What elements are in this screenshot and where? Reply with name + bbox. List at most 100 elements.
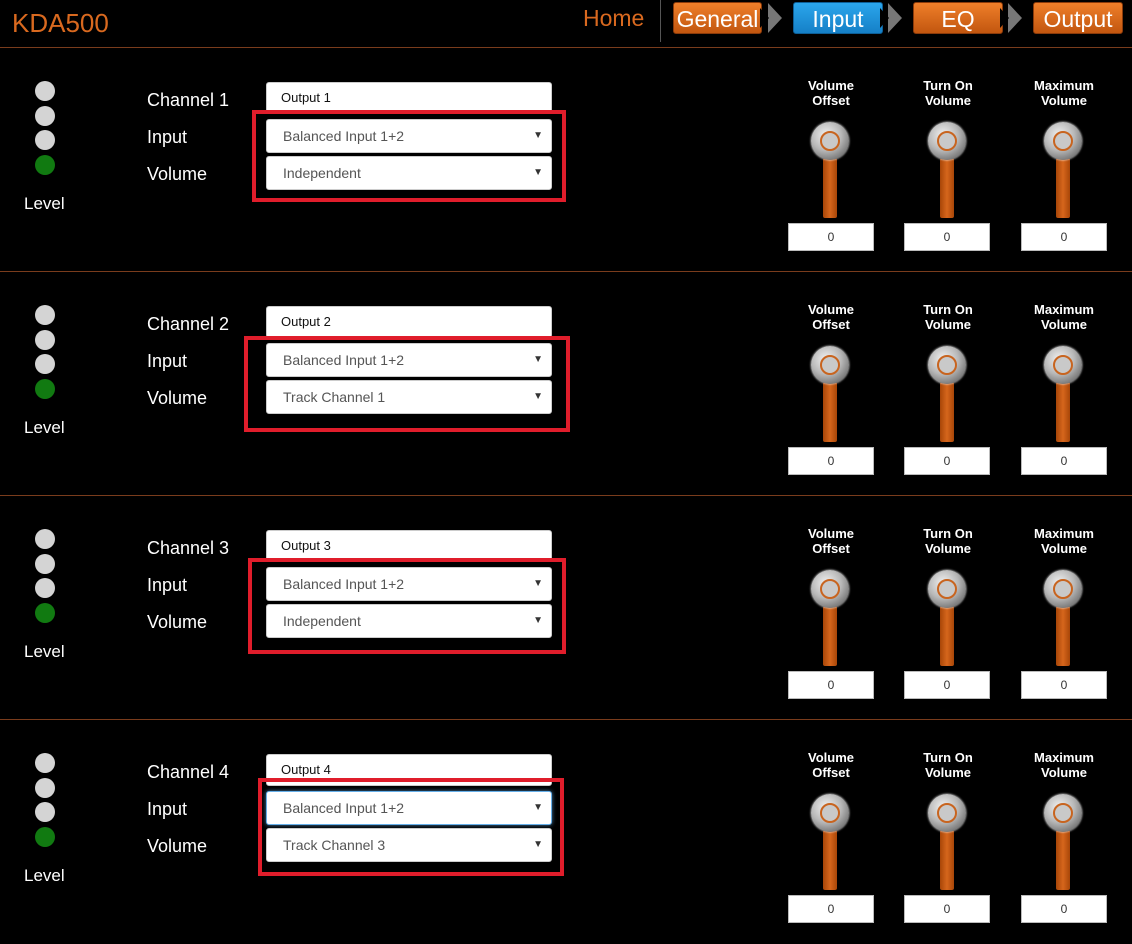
turn-on-volume-label: Turn On Volume bbox=[923, 526, 973, 556]
level-led bbox=[35, 778, 55, 798]
level-led bbox=[35, 578, 55, 598]
volume-offset-slider-knob[interactable] bbox=[811, 346, 849, 384]
channel-panel-2: Level Channel 2 Input Volume Output 2 Ba… bbox=[0, 272, 1132, 496]
maximum-volume-label: Maximum Volume bbox=[1034, 750, 1094, 780]
maximum-volume-slider-knob[interactable] bbox=[1044, 794, 1082, 832]
volume-offset-slider-knob[interactable] bbox=[811, 122, 849, 160]
level-led-active bbox=[35, 827, 55, 847]
maximum-volume-label: Maximum Volume bbox=[1034, 78, 1094, 108]
level-led-active bbox=[35, 155, 55, 175]
level-label: Level bbox=[24, 642, 65, 661]
level-led bbox=[35, 529, 55, 549]
maximum-volume-value[interactable]: 0 bbox=[1021, 223, 1107, 251]
turn-on-volume-slider-track[interactable] bbox=[940, 382, 954, 442]
maximum-volume-label: Maximum Volume bbox=[1034, 302, 1094, 332]
volume-label: Volume bbox=[147, 836, 208, 856]
level-led bbox=[35, 330, 55, 350]
volume-offset-value[interactable]: 0 bbox=[788, 671, 874, 699]
turn-on-volume-label: Turn On Volume bbox=[923, 78, 973, 108]
volume-offset-slider-track[interactable] bbox=[823, 158, 837, 218]
input-label: Input bbox=[147, 799, 188, 819]
tab-output[interactable]: Output bbox=[1033, 2, 1123, 34]
level-led-active bbox=[35, 379, 55, 399]
level-led bbox=[35, 130, 55, 150]
channel-title: Channel 4 bbox=[147, 762, 230, 782]
header-divider bbox=[660, 0, 661, 42]
chevron-right-icon bbox=[760, 3, 782, 33]
maximum-volume-value[interactable]: 0 bbox=[1021, 895, 1107, 923]
channel-title: Channel 2 bbox=[147, 314, 230, 334]
level-led bbox=[35, 305, 55, 325]
highlight-box bbox=[248, 558, 566, 654]
home-link[interactable]: Home bbox=[583, 5, 644, 32]
volume-offset-value[interactable]: 0 bbox=[788, 223, 874, 251]
channel-panel-3: Level Channel 3 Input Volume Output 3 Ba… bbox=[0, 496, 1132, 720]
maximum-volume-slider-track[interactable] bbox=[1056, 382, 1070, 442]
volume-label: Volume bbox=[147, 612, 208, 632]
top-header: KDA500 Home General Input EQ Output bbox=[0, 0, 1132, 48]
chevron-right-icon bbox=[1000, 3, 1022, 33]
volume-offset-slider-knob[interactable] bbox=[811, 570, 849, 608]
turn-on-volume-value[interactable]: 0 bbox=[904, 895, 990, 923]
maximum-volume-slider-knob[interactable] bbox=[1044, 570, 1082, 608]
volume-offset-slider-knob[interactable] bbox=[811, 794, 849, 832]
turn-on-volume-slider-track[interactable] bbox=[940, 830, 954, 890]
highlight-box bbox=[252, 110, 566, 202]
tab-general[interactable]: General bbox=[673, 2, 762, 34]
channel-panel-1: Level Channel 1 Input Volume Output 1 Ba… bbox=[0, 48, 1132, 272]
level-led-active bbox=[35, 603, 55, 623]
maximum-volume-slider-track[interactable] bbox=[1056, 830, 1070, 890]
turn-on-volume-slider-track[interactable] bbox=[940, 158, 954, 218]
turn-on-volume-value[interactable]: 0 bbox=[904, 671, 990, 699]
channel-title: Channel 3 bbox=[147, 538, 230, 558]
turn-on-volume-slider-knob[interactable] bbox=[928, 794, 966, 832]
volume-offset-label: Volume Offset bbox=[808, 302, 854, 332]
turn-on-volume-slider-knob[interactable] bbox=[928, 346, 966, 384]
maximum-volume-value[interactable]: 0 bbox=[1021, 447, 1107, 475]
input-label: Input bbox=[147, 127, 188, 147]
maximum-volume-slider-track[interactable] bbox=[1056, 606, 1070, 666]
turn-on-volume-slider-knob[interactable] bbox=[928, 570, 966, 608]
level-label: Level bbox=[24, 194, 65, 213]
maximum-volume-slider-knob[interactable] bbox=[1044, 122, 1082, 160]
input-label: Input bbox=[147, 351, 188, 371]
turn-on-volume-slider-knob[interactable] bbox=[928, 122, 966, 160]
turn-on-volume-value[interactable]: 0 bbox=[904, 447, 990, 475]
volume-offset-value[interactable]: 0 bbox=[788, 895, 874, 923]
volume-label: Volume bbox=[147, 164, 208, 184]
maximum-volume-slider-knob[interactable] bbox=[1044, 346, 1082, 384]
level-led bbox=[35, 81, 55, 101]
maximum-volume-slider-track[interactable] bbox=[1056, 158, 1070, 218]
channel-title: Channel 1 bbox=[147, 90, 230, 110]
highlight-box bbox=[244, 336, 570, 432]
level-led bbox=[35, 106, 55, 126]
channel-name-input[interactable]: Output 2 bbox=[266, 306, 552, 338]
level-led bbox=[35, 802, 55, 822]
turn-on-volume-value[interactable]: 0 bbox=[904, 223, 990, 251]
level-led bbox=[35, 354, 55, 374]
brand-title: KDA500 bbox=[12, 8, 109, 38]
volume-offset-slider-track[interactable] bbox=[823, 830, 837, 890]
highlight-box bbox=[258, 778, 564, 876]
turn-on-volume-label: Turn On Volume bbox=[923, 302, 973, 332]
level-label: Level bbox=[24, 418, 65, 437]
level-label: Level bbox=[24, 866, 65, 885]
input-label: Input bbox=[147, 575, 188, 595]
maximum-volume-value[interactable]: 0 bbox=[1021, 671, 1107, 699]
level-led bbox=[35, 753, 55, 773]
volume-label: Volume bbox=[147, 388, 208, 408]
volume-offset-label: Volume Offset bbox=[808, 750, 854, 780]
volume-offset-slider-track[interactable] bbox=[823, 382, 837, 442]
tab-eq[interactable]: EQ bbox=[913, 2, 1003, 34]
chevron-right-icon bbox=[880, 3, 902, 33]
volume-offset-label: Volume Offset bbox=[808, 78, 854, 108]
volume-offset-slider-track[interactable] bbox=[823, 606, 837, 666]
channel-panel-4: Level Channel 4 Input Volume Output 4 Ba… bbox=[0, 720, 1132, 944]
level-led bbox=[35, 554, 55, 574]
turn-on-volume-slider-track[interactable] bbox=[940, 606, 954, 666]
tab-input[interactable]: Input bbox=[793, 2, 883, 34]
turn-on-volume-label: Turn On Volume bbox=[923, 750, 973, 780]
volume-offset-value[interactable]: 0 bbox=[788, 447, 874, 475]
volume-offset-label: Volume Offset bbox=[808, 526, 854, 556]
maximum-volume-label: Maximum Volume bbox=[1034, 526, 1094, 556]
